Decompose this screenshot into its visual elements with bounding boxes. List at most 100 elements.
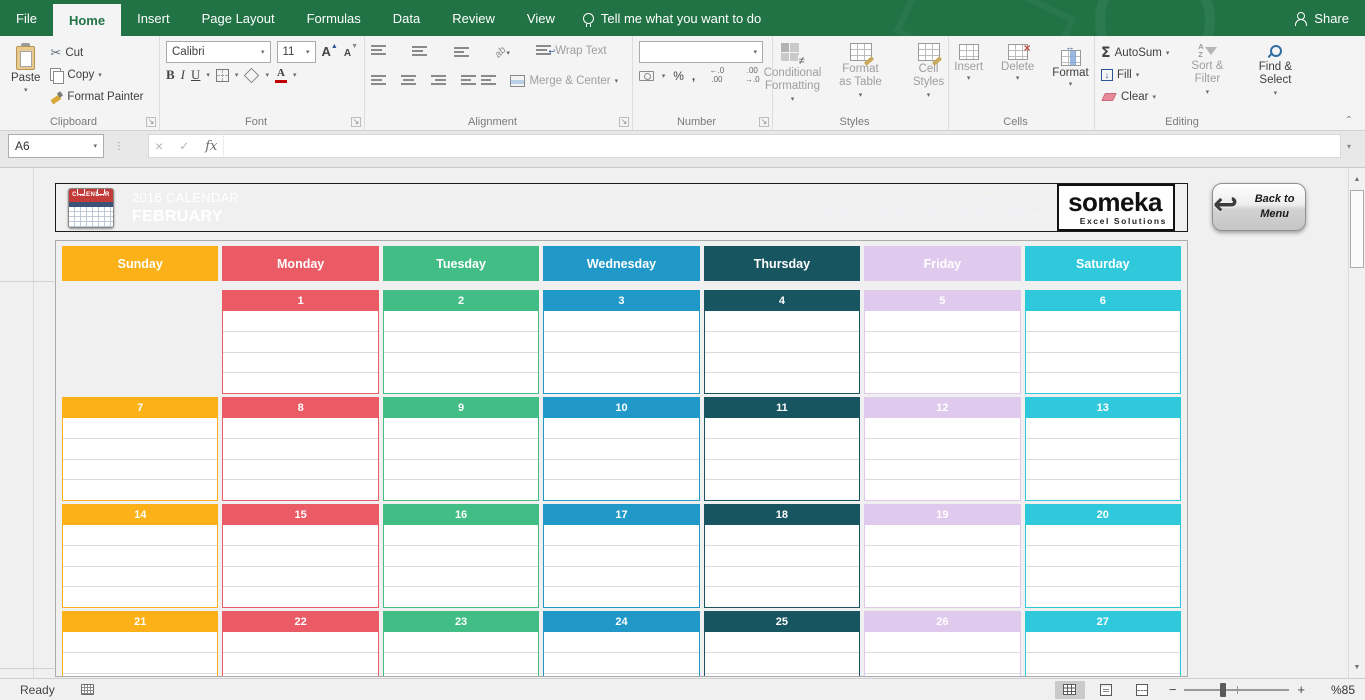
date-cell-21[interactable]: 21 [62,611,218,677]
align-top-icon[interactable] [371,45,386,57]
font-name-combo[interactable]: Calibri ▾ [166,41,271,63]
format-cells-button[interactable]: ↔ Format ▾ [1046,41,1094,113]
formula-bar-expand-icon[interactable]: ▾ [1341,142,1357,151]
date-cell-14[interactable]: 14 [62,504,218,608]
date-notes-area[interactable] [1026,632,1180,677]
date-notes-area[interactable] [223,525,377,607]
templates-link[interactable]: For other Excel templates, click → [705,194,1043,206]
date-cell-26[interactable]: 26 [864,611,1020,677]
note-line[interactable] [865,373,1019,393]
note-line[interactable] [384,332,538,353]
borders-caret[interactable]: ▾ [235,71,239,79]
note-line[interactable] [384,567,538,588]
note-line[interactable] [1026,460,1180,481]
date-cell-7[interactable]: 7 [62,397,218,501]
date-notes-area[interactable] [1026,311,1180,393]
align-center-icon[interactable] [401,75,416,87]
note-line[interactable] [63,460,217,481]
note-line[interactable] [63,418,217,439]
page-break-view-button[interactable] [1127,681,1157,699]
date-notes-area[interactable] [705,525,859,607]
date-notes-area[interactable] [865,311,1019,393]
date-notes-area[interactable] [705,632,859,677]
tab-view[interactable]: View [511,0,571,36]
note-line[interactable] [705,460,859,481]
number-format-combo[interactable]: ▾ [639,41,763,63]
font-color-icon[interactable]: A [275,68,287,83]
date-notes-area[interactable] [544,418,698,500]
shrink-font-button[interactable]: A▼ [344,43,358,61]
tab-formulas[interactable]: Formulas [291,0,377,36]
fill-color-caret[interactable]: ▾ [265,71,269,79]
note-line[interactable] [223,674,377,678]
orientation-button[interactable]: ab▾ [495,42,529,60]
date-notes-area[interactable] [1026,525,1180,607]
note-line[interactable] [223,460,377,481]
note-line[interactable] [1026,332,1180,353]
date-notes-area[interactable] [544,632,698,677]
note-line[interactable] [865,311,1019,332]
note-line[interactable] [544,332,698,353]
date-notes-area[interactable] [223,311,377,393]
scroll-down-arrow[interactable]: ▼ [1349,658,1365,676]
note-line[interactable] [544,653,698,674]
note-line[interactable] [223,418,377,439]
percent-style-button[interactable]: % [673,69,684,83]
share-button[interactable]: Share [1279,0,1365,36]
note-line[interactable] [384,353,538,374]
copy-button[interactable]: Copy ▾ [50,65,143,85]
note-line[interactable] [705,567,859,588]
note-line[interactable] [63,439,217,460]
date-cell-18[interactable]: 18 [704,504,860,608]
note-line[interactable] [384,546,538,567]
note-line[interactable] [63,480,217,500]
note-line[interactable] [384,653,538,674]
number-dialog-launcher[interactable]: ↘ [759,117,769,127]
increase-decimal-button[interactable]: ←.0 .00 [703,67,730,85]
note-line[interactable] [865,587,1019,607]
note-line[interactable] [223,373,377,393]
fill-color-icon[interactable] [244,67,260,83]
note-line[interactable] [1026,311,1180,332]
note-line[interactable] [1026,567,1180,588]
note-line[interactable] [1026,653,1180,674]
borders-icon[interactable] [216,69,229,82]
grow-font-button[interactable]: A▲ [322,43,338,61]
tab-home[interactable]: Home [53,4,121,36]
zoom-slider-thumb[interactable] [1220,683,1226,697]
date-cell-1[interactable]: 1 [222,290,378,394]
note-line[interactable] [1026,373,1180,393]
date-cell-16[interactable]: 16 [383,504,539,608]
align-left-icon[interactable] [371,75,386,87]
date-notes-area[interactable] [223,418,377,500]
scroll-up-arrow[interactable]: ▲ [1349,170,1365,188]
note-line[interactable] [705,674,859,678]
note-line[interactable] [63,546,217,567]
date-notes-area[interactable] [544,525,698,607]
note-line[interactable] [544,353,698,374]
note-line[interactable] [223,546,377,567]
scrollbar-thumb[interactable] [1350,190,1364,268]
normal-view-button[interactable] [1055,681,1085,699]
note-line[interactable] [223,311,377,332]
date-cell-15[interactable]: 15 [222,504,378,608]
note-line[interactable] [1026,525,1180,546]
note-line[interactable] [223,332,377,353]
date-cell-24[interactable]: 24 [543,611,699,677]
note-line[interactable] [1026,439,1180,460]
note-line[interactable] [865,674,1019,678]
note-line[interactable] [865,567,1019,588]
date-notes-area[interactable] [865,418,1019,500]
insert-function-icon[interactable]: fx [205,139,217,154]
tab-file[interactable]: File [0,0,53,36]
note-line[interactable] [1026,587,1180,607]
accounting-caret[interactable]: ▾ [662,72,666,80]
note-line[interactable] [705,353,859,374]
insert-cells-button[interactable]: Insert ▾ [948,41,989,113]
note-line[interactable] [384,311,538,332]
date-cell-5[interactable]: 5 [864,290,1020,394]
zoom-in-button[interactable]: + [1291,682,1311,697]
note-line[interactable] [544,460,698,481]
note-line[interactable] [63,525,217,546]
tab-page-layout[interactable]: Page Layout [186,0,291,36]
